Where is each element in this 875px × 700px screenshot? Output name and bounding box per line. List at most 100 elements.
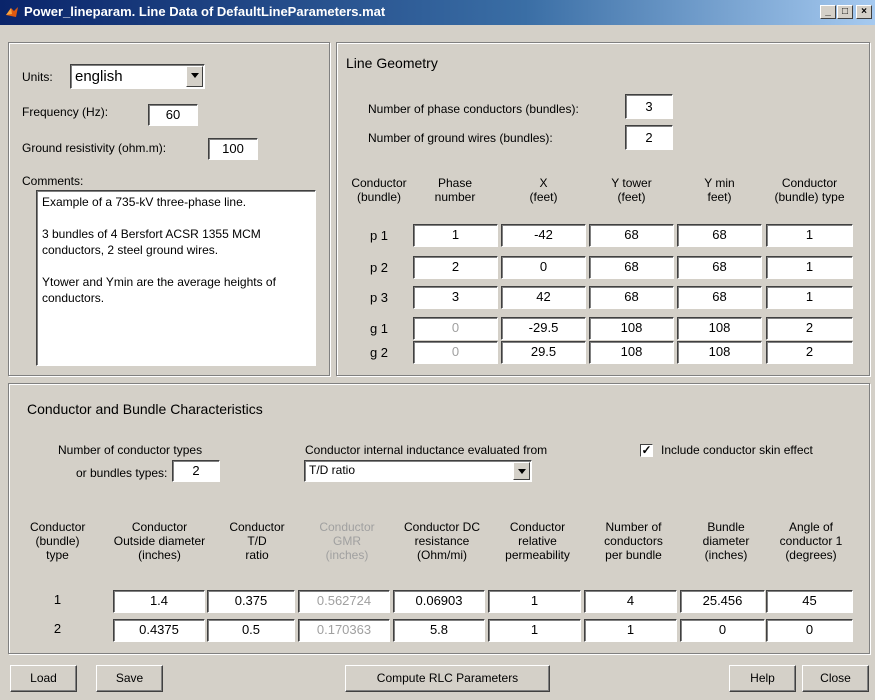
geometry-column-header: Y tower (feet)	[589, 176, 674, 204]
characteristics-header-line: T/D	[247, 534, 267, 548]
characteristics-cell[interactable]: 25.456	[680, 590, 765, 613]
characteristics-row-label: 2	[53, 621, 62, 636]
title-bar: Power_lineparam. Line Data of DefaultLin…	[0, 0, 875, 25]
geometry-cell[interactable]: 68	[589, 286, 674, 309]
characteristics-cell[interactable]: 1.4	[113, 590, 205, 613]
characteristics-column-header: Conductor (bundle) type	[30, 520, 85, 562]
geometry-cell[interactable]: 108	[677, 317, 762, 340]
characteristics-cell[interactable]: 0.4375	[113, 619, 205, 642]
characteristics-header-line: ratio	[245, 548, 269, 562]
geometry-column-header: Phase number	[413, 176, 497, 204]
comments-label: Comments:	[22, 174, 84, 188]
geometry-cell[interactable]: 68	[677, 224, 762, 247]
ground-wires-label: Number of ground wires (bundles):	[368, 131, 553, 145]
close-button[interactable]: Close	[802, 665, 869, 692]
characteristics-title: Conductor and Bundle Characteristics	[27, 401, 263, 417]
geometry-cell[interactable]: -29.5	[501, 317, 586, 340]
chevron-down-icon[interactable]	[513, 462, 530, 480]
characteristics-cell[interactable]: 0.170363	[298, 619, 390, 642]
characteristics-header-line: Conductor	[131, 520, 188, 534]
geometry-cell[interactable]: 0	[501, 256, 586, 279]
characteristics-cell[interactable]: 0.375	[207, 590, 295, 613]
geometry-cell[interactable]: 68	[677, 256, 762, 279]
skin-effect-label: Include conductor skin effect	[661, 443, 813, 457]
geometry-cell[interactable]: 68	[589, 224, 674, 247]
inductance-select[interactable]: T/D ratio	[304, 460, 532, 482]
close-icon[interactable]: ×	[856, 5, 872, 19]
geometry-cell[interactable]: 42	[501, 286, 586, 309]
geometry-cell[interactable]: 2	[413, 256, 498, 279]
geometry-column-header: Conductor (bundle) type	[766, 176, 853, 204]
chevron-down-icon[interactable]	[186, 66, 203, 87]
minimize-icon[interactable]: _	[820, 5, 836, 19]
geometry-row-label: p 3	[369, 290, 389, 305]
characteristics-header-line: (degrees)	[785, 548, 837, 562]
characteristics-header-line: relative	[518, 534, 557, 548]
characteristics-cell[interactable]: 1	[488, 590, 581, 613]
comments-field[interactable]: Example of a 735-kV three-phase line. 3 …	[36, 190, 316, 366]
geometry-cell[interactable]: 108	[589, 341, 674, 364]
characteristics-header-line: Conductor	[319, 520, 375, 534]
geometry-cell[interactable]: 0	[413, 341, 498, 364]
window-title: Power_lineparam. Line Data of DefaultLin…	[24, 4, 386, 19]
characteristics-panel	[8, 383, 870, 654]
characteristics-cell[interactable]: 0.5	[207, 619, 295, 642]
characteristics-header-line: (inches)	[704, 548, 748, 562]
maximize-icon[interactable]: □	[837, 5, 853, 19]
characteristics-header-line: (Ohm/mi)	[417, 548, 467, 562]
geometry-header-line: feet)	[707, 190, 732, 204]
conductor-types-label: Number of conductor types	[58, 443, 203, 457]
geometry-cell[interactable]: 108	[589, 317, 674, 340]
characteristics-column-header: Conductor Outside diameter (inches)	[108, 520, 211, 562]
phase-conductors-field[interactable]: 3	[625, 94, 673, 119]
characteristics-header-line: per bundle	[605, 548, 662, 562]
characteristics-row-label: 1	[53, 592, 62, 607]
geometry-cell[interactable]: 68	[589, 256, 674, 279]
geometry-cell[interactable]: 1	[766, 256, 853, 279]
geometry-column-header: Y min feet)	[677, 176, 762, 204]
geometry-cell[interactable]: 108	[677, 341, 762, 364]
characteristics-cell[interactable]: 0.562724	[298, 590, 390, 613]
characteristics-header-line: Conductor DC	[403, 520, 481, 534]
characteristics-column-header: Conductor relative permeability	[490, 520, 585, 562]
units-select[interactable]: english	[70, 64, 205, 89]
characteristics-header-line: (inches)	[138, 548, 181, 562]
characteristics-header-line: permeability	[505, 548, 570, 562]
characteristics-cell[interactable]: 0	[680, 619, 765, 642]
ground-resistivity-field[interactable]: 100	[208, 138, 258, 160]
geometry-header-line: Y tower	[611, 176, 652, 190]
geometry-cell[interactable]: 1	[766, 286, 853, 309]
characteristics-cell[interactable]: 1	[584, 619, 677, 642]
geometry-cell[interactable]: 0	[413, 317, 498, 340]
characteristics-cell[interactable]: 5.8	[393, 619, 485, 642]
ground-wires-field[interactable]: 2	[625, 125, 673, 150]
compute-rlc-button[interactable]: Compute RLC Parameters	[345, 665, 550, 692]
skin-effect-checkbox[interactable]: ✓	[640, 444, 653, 457]
characteristics-cell[interactable]: 1	[488, 619, 581, 642]
characteristics-cell[interactable]: 4	[584, 590, 677, 613]
geometry-cell[interactable]: -42	[501, 224, 586, 247]
units-label: Units:	[22, 70, 53, 84]
geometry-cell[interactable]: 2	[766, 341, 853, 364]
geometry-cell[interactable]: 3	[413, 286, 498, 309]
load-button[interactable]: Load	[10, 665, 77, 692]
characteristics-header-line: GMR	[333, 534, 361, 548]
help-button[interactable]: Help	[729, 665, 796, 692]
geometry-header-line: (feet)	[617, 190, 646, 204]
geometry-cell[interactable]: 29.5	[501, 341, 586, 364]
geometry-cell[interactable]: 1	[413, 224, 498, 247]
geometry-cell[interactable]: 1	[766, 224, 853, 247]
characteristics-header-line: conductor 1	[779, 534, 843, 548]
save-button[interactable]: Save	[96, 665, 163, 692]
units-value: english	[75, 68, 123, 85]
geometry-row-label: g 1	[369, 321, 389, 336]
geometry-header-line: Phase	[437, 176, 473, 190]
characteristics-cell[interactable]: 0.06903	[393, 590, 485, 613]
geometry-cell[interactable]: 68	[677, 286, 762, 309]
frequency-field[interactable]: 60	[148, 104, 198, 126]
geometry-cell[interactable]: 2	[766, 317, 853, 340]
characteristics-cell[interactable]: 0	[766, 619, 853, 642]
conductor-types-field[interactable]: 2	[172, 460, 220, 482]
characteristics-header-line: type	[46, 548, 69, 562]
characteristics-cell[interactable]: 45	[766, 590, 853, 613]
